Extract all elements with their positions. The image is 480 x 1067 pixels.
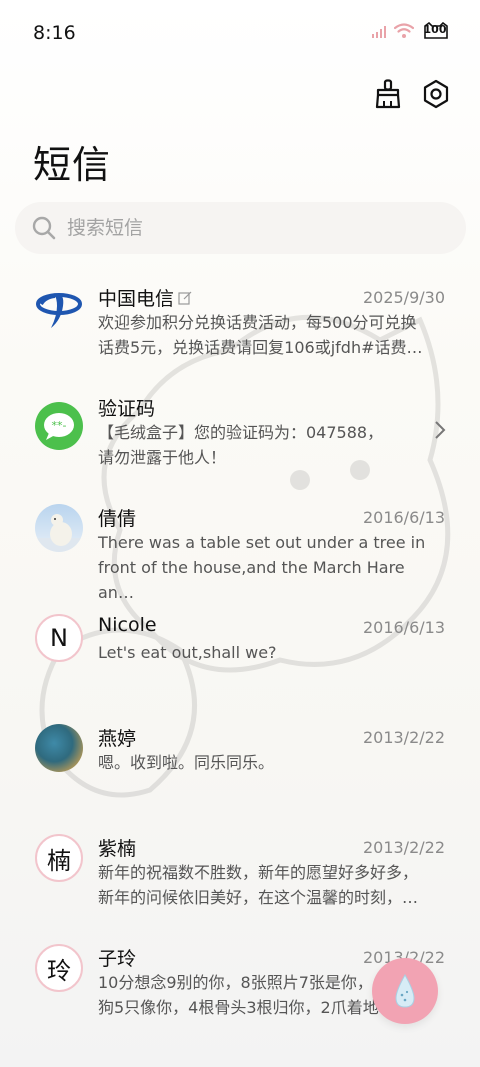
- message-date: 2016/6/13: [362, 508, 445, 527]
- conversation-name: 验证码: [98, 394, 155, 421]
- message-bubble-icon: **-: [35, 402, 83, 450]
- preview-line: 嗯。收到啦。同乐同乐。: [98, 753, 275, 772]
- contact-name: 验证码: [98, 398, 156, 420]
- preview-line: front of the house,and the March Hare an…: [98, 558, 405, 602]
- avatar: 楠: [35, 834, 83, 882]
- conversation-name: 紫楠: [98, 834, 136, 861]
- conversation-row[interactable]: N Nicole 2016/6/13 Let's eat out,shall w…: [0, 602, 480, 712]
- avatar: N: [35, 614, 83, 662]
- message-list: 中国电信 2025/9/30 欢迎参加积分兑换话费活动，每500分可兑换 话费5…: [0, 272, 480, 1042]
- status-icons: 100: [372, 21, 450, 40]
- conversation-name: 中国电信: [98, 284, 192, 311]
- signal-icon: [372, 24, 386, 38]
- svg-text:**-: **-: [52, 419, 67, 432]
- contact-name: 中国电信: [98, 288, 175, 310]
- chevron-right-icon[interactable]: [434, 420, 446, 440]
- message-preview: 新年的祝福数不胜数，新年的愿望好多好多， 新年的问候依旧美好，在这个温馨的时刻，…: [98, 860, 443, 910]
- contact-name: 子玲: [98, 948, 137, 970]
- water-drop-icon: [395, 973, 415, 1008]
- contact-name: Nicole: [98, 614, 157, 636]
- status-time: 8:16: [33, 22, 76, 44]
- conversation-row[interactable]: 燕婷 2013/2/22 嗯。收到啦。同乐同乐。: [0, 712, 480, 822]
- settings-button[interactable]: [420, 78, 452, 110]
- settings-hexagon-icon: [423, 79, 449, 109]
- conversation-name: 倩倩: [98, 504, 136, 531]
- conversation-row[interactable]: 楠 紫楠 2013/2/22 新年的祝福数不胜数，新年的愿望好多好多， 新年的问…: [0, 822, 480, 932]
- message-preview: 欢迎参加积分兑换话费活动，每500分可兑换 话费5元，兑换话费请回复106或jf…: [98, 310, 443, 360]
- preview-line: 话费5元，兑换话费请回复106或jfdh#话费…: [98, 338, 423, 357]
- preview-line: 新年的祝福数不胜数，新年的愿望好多好多，: [98, 863, 419, 882]
- conversation-name: 燕婷: [98, 724, 136, 751]
- conversation-name: 子玲: [98, 944, 136, 971]
- preview-line: 新年的问候依旧美好，在这个温馨的时刻，…: [98, 888, 419, 907]
- message-date: 2013/2/22: [362, 728, 445, 747]
- message-preview: Let's eat out,shall we?: [98, 640, 443, 665]
- message-preview: 【毛绒盒子】您的验证码为：047588， 请勿泄露于他人！: [98, 420, 443, 470]
- battery-level: 100: [423, 23, 447, 36]
- preview-line: 【毛绒盒子】您的验证码为：047588，: [98, 423, 384, 442]
- search-input[interactable]: [65, 216, 429, 240]
- search-icon: [32, 216, 56, 240]
- conversation-name: Nicole: [98, 614, 157, 636]
- china-telecom-logo: [35, 284, 83, 332]
- contact-name: 倩倩: [98, 508, 137, 530]
- status-bar: 8:16 100: [0, 0, 480, 68]
- conversation-row[interactable]: 倩倩 2016/6/13 There was a table set out u…: [0, 492, 480, 602]
- broom-icon: [375, 79, 401, 109]
- conversation-row[interactable]: 中国电信 2025/9/30 欢迎参加积分兑换话费活动，每500分可兑换 话费5…: [0, 272, 480, 382]
- preview-line: 请勿泄露于他人！: [98, 448, 227, 467]
- message-date: 2013/2/22: [362, 838, 445, 857]
- header-actions: [372, 78, 452, 110]
- wifi-icon: [394, 23, 414, 38]
- preview-line: 欢迎参加积分兑换话费活动，每500分可兑换: [98, 313, 417, 332]
- contact-name: 燕婷: [98, 728, 137, 750]
- clean-button[interactable]: [372, 78, 404, 110]
- polar-bear-photo: [35, 504, 83, 552]
- edit-note-icon: [178, 291, 192, 305]
- message-preview: There was a table set out under a tree i…: [98, 530, 443, 605]
- landscape-photo: [35, 724, 83, 772]
- compose-button[interactable]: [372, 958, 438, 1024]
- conversation-row[interactable]: **- 验证码 【毛绒盒子】您的验证码为：047588， 请勿泄露于他人！: [0, 382, 480, 492]
- preview-line: There was a table set out under a tree i…: [98, 533, 426, 552]
- message-date: 2016/6/13: [362, 618, 445, 637]
- avatar: 玲: [35, 944, 83, 992]
- search-bar[interactable]: [15, 202, 466, 254]
- contact-name: 紫楠: [98, 838, 137, 860]
- message-preview: 嗯。收到啦。同乐同乐。: [98, 750, 443, 775]
- battery-icon: 100: [422, 21, 450, 40]
- page-title: 短信: [33, 143, 112, 187]
- preview-line: Let's eat out,shall we?: [98, 643, 277, 662]
- message-date: 2025/9/30: [362, 288, 445, 307]
